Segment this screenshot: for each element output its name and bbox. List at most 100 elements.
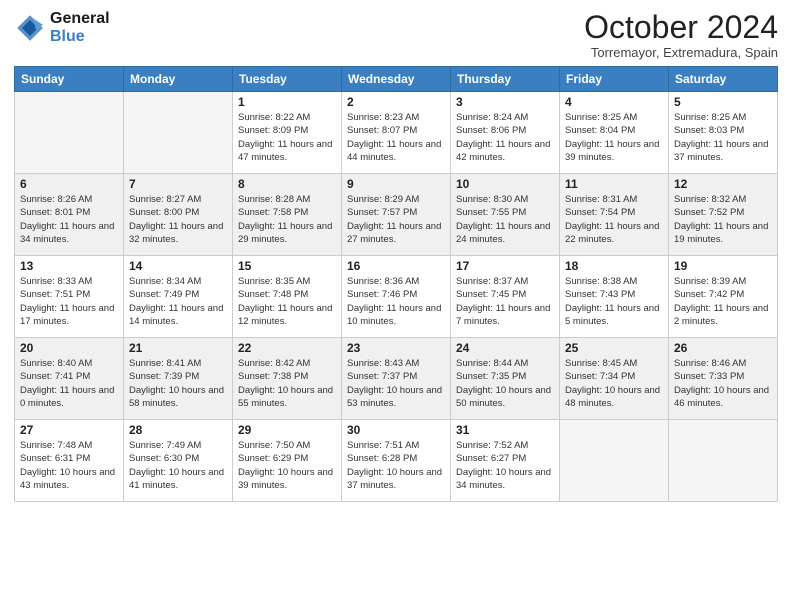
day-info: Sunrise: 7:49 AMSunset: 6:30 PMDaylight:…	[129, 439, 227, 492]
day-info: Sunrise: 8:24 AMSunset: 8:06 PMDaylight:…	[456, 111, 554, 164]
day-info: Sunrise: 8:41 AMSunset: 7:39 PMDaylight:…	[129, 357, 227, 410]
day-number: 26	[674, 341, 772, 355]
day-number: 28	[129, 423, 227, 437]
calendar-week-row: 27 Sunrise: 7:48 AMSunset: 6:31 PMDayligh…	[15, 420, 778, 502]
day-number: 20	[20, 341, 118, 355]
day-info: Sunrise: 8:42 AMSunset: 7:38 PMDaylight:…	[238, 357, 336, 410]
calendar-cell: 9 Sunrise: 8:29 AMSunset: 7:57 PMDaylight…	[342, 174, 451, 256]
day-info: Sunrise: 8:25 AMSunset: 8:03 PMDaylight:…	[674, 111, 772, 164]
day-number: 1	[238, 95, 336, 109]
day-number: 17	[456, 259, 554, 273]
calendar-cell: 16 Sunrise: 8:36 AMSunset: 7:46 PMDayligh…	[342, 256, 451, 338]
calendar-cell: 31Sunrise: 7:52 AMSunset: 6:27 PMDayligh…	[451, 420, 560, 502]
day-info: Sunrise: 8:44 AMSunset: 7:35 PMDaylight:…	[456, 357, 554, 410]
day-number: 10	[456, 177, 554, 191]
day-info: Sunrise: 8:30 AMSunset: 7:55 PMDaylight:…	[456, 193, 554, 246]
day-info: Sunrise: 8:45 AMSunset: 7:34 PMDaylight:…	[565, 357, 663, 410]
calendar-cell	[15, 92, 124, 174]
logo-text: General Blue	[50, 10, 110, 45]
calendar-cell: 17Sunrise: 8:37 AMSunset: 7:45 PMDayligh…	[451, 256, 560, 338]
calendar-cell: 3 Sunrise: 8:24 AMSunset: 8:06 PMDaylight…	[451, 92, 560, 174]
weekday-header: Saturday	[669, 67, 778, 92]
day-info: Sunrise: 8:23 AMSunset: 8:07 PMDaylight:…	[347, 111, 445, 164]
day-info: Sunrise: 8:22 AMSunset: 8:09 PMDaylight:…	[238, 111, 336, 164]
day-number: 2	[347, 95, 445, 109]
day-info: Sunrise: 7:48 AMSunset: 6:31 PMDaylight:…	[20, 439, 118, 492]
day-info: Sunrise: 8:31 AMSunset: 7:54 PMDaylight:…	[565, 193, 663, 246]
calendar-cell	[669, 420, 778, 502]
day-info: Sunrise: 8:33 AMSunset: 7:51 PMDaylight:…	[20, 275, 118, 328]
location: Torremayor, Extremadura, Spain	[584, 45, 778, 60]
day-number: 9	[347, 177, 445, 191]
calendar-cell: 6 Sunrise: 8:26 AMSunset: 8:01 PMDaylight…	[15, 174, 124, 256]
day-number: 13	[20, 259, 118, 273]
day-info: Sunrise: 7:50 AMSunset: 6:29 PMDaylight:…	[238, 439, 336, 492]
weekday-header: Monday	[124, 67, 233, 92]
logo-icon	[14, 12, 46, 44]
day-number: 29	[238, 423, 336, 437]
weekday-header: Sunday	[15, 67, 124, 92]
calendar-cell: 5 Sunrise: 8:25 AMSunset: 8:03 PMDaylight…	[669, 92, 778, 174]
day-number: 11	[565, 177, 663, 191]
weekday-header: Wednesday	[342, 67, 451, 92]
calendar-cell: 19Sunrise: 8:39 AMSunset: 7:42 PMDayligh…	[669, 256, 778, 338]
day-number: 6	[20, 177, 118, 191]
day-info: Sunrise: 8:25 AMSunset: 8:04 PMDaylight:…	[565, 111, 663, 164]
day-info: Sunrise: 8:40 AMSunset: 7:41 PMDaylight:…	[20, 357, 118, 410]
calendar-cell: 14Sunrise: 8:34 AMSunset: 7:49 PMDayligh…	[124, 256, 233, 338]
header: General Blue October 2024 Torremayor, Ex…	[14, 10, 778, 60]
day-number: 21	[129, 341, 227, 355]
calendar-cell: 30Sunrise: 7:51 AMSunset: 6:28 PMDayligh…	[342, 420, 451, 502]
day-number: 23	[347, 341, 445, 355]
day-info: Sunrise: 8:38 AMSunset: 7:43 PMDaylight:…	[565, 275, 663, 328]
day-number: 8	[238, 177, 336, 191]
calendar: SundayMondayTuesdayWednesdayThursdayFrid…	[14, 66, 778, 502]
calendar-cell: 4 Sunrise: 8:25 AMSunset: 8:04 PMDaylight…	[560, 92, 669, 174]
day-number: 7	[129, 177, 227, 191]
weekday-header: Tuesday	[233, 67, 342, 92]
day-number: 4	[565, 95, 663, 109]
calendar-cell: 21 Sunrise: 8:41 AMSunset: 7:39 PMDayligh…	[124, 338, 233, 420]
calendar-cell: 20 Sunrise: 8:40 AMSunset: 7:41 PMDayligh…	[15, 338, 124, 420]
calendar-week-row: 13 Sunrise: 8:33 AMSunset: 7:51 PMDayligh…	[15, 256, 778, 338]
calendar-cell: 24 Sunrise: 8:44 AMSunset: 7:35 PMDayligh…	[451, 338, 560, 420]
day-info: Sunrise: 8:28 AMSunset: 7:58 PMDaylight:…	[238, 193, 336, 246]
calendar-cell: 18 Sunrise: 8:38 AMSunset: 7:43 PMDayligh…	[560, 256, 669, 338]
day-number: 16	[347, 259, 445, 273]
calendar-cell: 23 Sunrise: 8:43 AMSunset: 7:37 PMDayligh…	[342, 338, 451, 420]
calendar-header-row: SundayMondayTuesdayWednesdayThursdayFrid…	[15, 67, 778, 92]
day-info: Sunrise: 8:29 AMSunset: 7:57 PMDaylight:…	[347, 193, 445, 246]
calendar-cell: 29 Sunrise: 7:50 AMSunset: 6:29 PMDayligh…	[233, 420, 342, 502]
day-info: Sunrise: 8:35 AMSunset: 7:48 PMDaylight:…	[238, 275, 336, 328]
day-number: 3	[456, 95, 554, 109]
day-number: 24	[456, 341, 554, 355]
day-number: 15	[238, 259, 336, 273]
day-number: 25	[565, 341, 663, 355]
day-info: Sunrise: 8:43 AMSunset: 7:37 PMDaylight:…	[347, 357, 445, 410]
calendar-cell	[560, 420, 669, 502]
day-number: 12	[674, 177, 772, 191]
day-info: Sunrise: 8:32 AMSunset: 7:52 PMDaylight:…	[674, 193, 772, 246]
day-number: 19	[674, 259, 772, 273]
calendar-cell: 7Sunrise: 8:27 AMSunset: 8:00 PMDaylight…	[124, 174, 233, 256]
page: General Blue October 2024 Torremayor, Ex…	[0, 0, 792, 612]
calendar-cell: 27 Sunrise: 7:48 AMSunset: 6:31 PMDayligh…	[15, 420, 124, 502]
day-number: 18	[565, 259, 663, 273]
day-number: 27	[20, 423, 118, 437]
logo: General Blue	[14, 10, 110, 45]
day-number: 5	[674, 95, 772, 109]
day-info: Sunrise: 8:36 AMSunset: 7:46 PMDaylight:…	[347, 275, 445, 328]
calendar-cell: 13 Sunrise: 8:33 AMSunset: 7:51 PMDayligh…	[15, 256, 124, 338]
title-block: October 2024 Torremayor, Extremadura, Sp…	[584, 10, 778, 60]
day-info: Sunrise: 8:26 AMSunset: 8:01 PMDaylight:…	[20, 193, 118, 246]
weekday-header: Thursday	[451, 67, 560, 92]
calendar-cell: 15 Sunrise: 8:35 AMSunset: 7:48 PMDayligh…	[233, 256, 342, 338]
calendar-cell: 25 Sunrise: 8:45 AMSunset: 7:34 PMDayligh…	[560, 338, 669, 420]
calendar-cell: 26Sunrise: 8:46 AMSunset: 7:33 PMDayligh…	[669, 338, 778, 420]
day-info: Sunrise: 7:52 AMSunset: 6:27 PMDaylight:…	[456, 439, 554, 492]
calendar-cell: 22Sunrise: 8:42 AMSunset: 7:38 PMDayligh…	[233, 338, 342, 420]
calendar-cell: 28 Sunrise: 7:49 AMSunset: 6:30 PMDayligh…	[124, 420, 233, 502]
day-number: 30	[347, 423, 445, 437]
calendar-week-row: 1 Sunrise: 8:22 AMSunset: 8:09 PMDaylight…	[15, 92, 778, 174]
calendar-cell: 8 Sunrise: 8:28 AMSunset: 7:58 PMDaylight…	[233, 174, 342, 256]
